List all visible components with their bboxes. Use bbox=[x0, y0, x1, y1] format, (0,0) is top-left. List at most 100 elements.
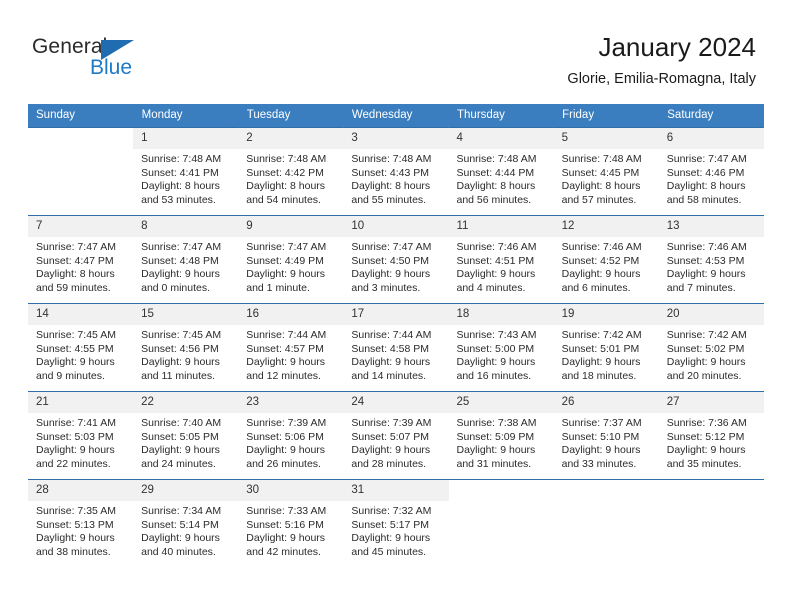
day-number: 22 bbox=[133, 392, 239, 413]
day-number: 19 bbox=[553, 304, 659, 325]
calendar-day-cell[interactable]: 12 Sunrise: 7:46 AM Sunset: 4:52 PM Dayligh… bbox=[553, 215, 659, 304]
sunrise-text: Sunrise: 7:38 AM bbox=[456, 417, 537, 429]
day-number: 4 bbox=[448, 128, 554, 149]
day-number: 3 bbox=[343, 128, 449, 149]
calendar-day-cell[interactable]: 10 Sunrise: 7:47 AM Sunset: 4:50 PM Dayligh… bbox=[343, 215, 449, 304]
calendar-day-cell[interactable]: 29 Sunrise: 7:34 AM Sunset: 5:14 PM Dayligh… bbox=[133, 479, 239, 567]
calendar-day-cell[interactable]: 7 Sunrise: 7:47 AM Sunset: 4:47 PM Daylight… bbox=[28, 215, 134, 304]
calendar-grid: Sunday Monday Tuesday Wednesday Thursday… bbox=[28, 104, 765, 567]
sunset-text: Sunset: 4:51 PM bbox=[456, 254, 535, 267]
day-number: 8 bbox=[133, 216, 239, 237]
day-number: 11 bbox=[448, 216, 554, 237]
daylight-text-line1: Daylight: 9 hours bbox=[141, 444, 220, 456]
day-sun-info: Sunrise: 7:47 AM Sunset: 4:48 PM Daylight:… bbox=[133, 237, 238, 295]
calendar-week-row: 14 Sunrise: 7:45 AM Sunset: 4:55 PM Dayligh… bbox=[28, 303, 764, 392]
day-cell-inner: 4 Sunrise: 7:48 AM Sunset: 4:44 PM Daylight… bbox=[448, 128, 554, 215]
day-cell-inner: 16 Sunrise: 7:44 AM Sunset: 4:57 PM Dayligh… bbox=[238, 304, 344, 391]
daylight-text-line1: Daylight: 9 hours bbox=[36, 356, 115, 368]
calendar-day-cell[interactable]: 23 Sunrise: 7:39 AM Sunset: 5:06 PM Dayligh… bbox=[238, 391, 344, 480]
calendar-day-cell[interactable]: 3 Sunrise: 7:48 AM Sunset: 4:43 PM Daylight… bbox=[343, 127, 449, 216]
calendar-day-cell[interactable]: 22 Sunrise: 7:40 AM Sunset: 5:05 PM Dayligh… bbox=[133, 391, 239, 480]
calendar-empty-cell bbox=[28, 127, 134, 216]
sunrise-text: Sunrise: 7:47 AM bbox=[36, 241, 116, 253]
sunrise-text: Sunrise: 7:39 AM bbox=[351, 417, 432, 429]
calendar-day-cell[interactable]: 18 Sunrise: 7:43 AM Sunset: 5:00 PM Dayligh… bbox=[448, 303, 554, 392]
day-cell-inner: 13 Sunrise: 7:46 AM Sunset: 4:53 PM Dayligh… bbox=[658, 216, 764, 303]
page-header: General Blue January 2024 Glorie, Emilia… bbox=[0, 0, 792, 100]
daylight-text-line2: and 57 minutes. bbox=[561, 193, 637, 206]
daylight-text-line2: and 18 minutes. bbox=[561, 369, 637, 382]
calendar-day-cell[interactable]: 2 Sunrise: 7:48 AM Sunset: 4:42 PM Daylight… bbox=[238, 127, 344, 216]
day-number: 31 bbox=[343, 480, 449, 501]
calendar-day-cell[interactable]: 20 Sunrise: 7:42 AM Sunset: 5:02 PM Dayligh… bbox=[658, 303, 764, 392]
sunrise-text: Sunrise: 7:45 AM bbox=[141, 329, 222, 341]
calendar-day-cell[interactable]: 27 Sunrise: 7:36 AM Sunset: 5:12 PM Dayligh… bbox=[658, 391, 764, 480]
day-cell-inner: 11 Sunrise: 7:46 AM Sunset: 4:51 PM Dayligh… bbox=[448, 216, 554, 303]
sunset-text: Sunset: 4:42 PM bbox=[246, 166, 324, 179]
sunrise-text: Sunrise: 7:41 AM bbox=[36, 417, 116, 429]
day-number: 26 bbox=[553, 392, 659, 413]
calendar-day-cell[interactable]: 15 Sunrise: 7:45 AM Sunset: 4:56 PM Dayligh… bbox=[133, 303, 239, 392]
sunrise-text: Sunrise: 7:43 AM bbox=[456, 329, 537, 341]
day-cell-inner: 27 Sunrise: 7:36 AM Sunset: 5:12 PM Dayligh… bbox=[658, 392, 764, 479]
calendar-day-cell[interactable]: 8 Sunrise: 7:47 AM Sunset: 4:48 PM Daylight… bbox=[133, 215, 239, 304]
calendar-day-cell[interactable]: 5 Sunrise: 7:48 AM Sunset: 4:45 PM Daylight… bbox=[553, 127, 659, 216]
day-number: 10 bbox=[343, 216, 449, 237]
day-sun-info: Sunrise: 7:45 AM Sunset: 4:55 PM Daylight:… bbox=[28, 325, 133, 383]
day-sun-info: Sunrise: 7:40 AM Sunset: 5:05 PM Daylight:… bbox=[133, 413, 238, 471]
sunset-text: Sunset: 5:06 PM bbox=[246, 430, 324, 443]
day-cell-inner: 29 Sunrise: 7:34 AM Sunset: 5:14 PM Dayligh… bbox=[133, 480, 239, 567]
calendar-day-cell[interactable]: 9 Sunrise: 7:47 AM Sunset: 4:49 PM Daylight… bbox=[238, 215, 344, 304]
day-cell-inner: 30 Sunrise: 7:33 AM Sunset: 5:16 PM Dayligh… bbox=[238, 480, 344, 567]
day-number: 23 bbox=[238, 392, 344, 413]
daylight-text-line2: and 55 minutes. bbox=[351, 193, 427, 206]
daylight-text-line2: and 14 minutes. bbox=[351, 369, 427, 382]
calendar-day-cell[interactable]: 25 Sunrise: 7:38 AM Sunset: 5:09 PM Dayligh… bbox=[448, 391, 554, 480]
logo-text-blue: Blue bbox=[90, 56, 133, 79]
sunset-text: Sunset: 4:48 PM bbox=[141, 254, 219, 267]
sunset-text: Sunset: 4:46 PM bbox=[666, 166, 745, 179]
sunset-text: Sunset: 5:05 PM bbox=[141, 430, 219, 443]
calendar-day-cell[interactable]: 17 Sunrise: 7:44 AM Sunset: 4:58 PM Dayligh… bbox=[343, 303, 449, 392]
sunset-text: Sunset: 5:13 PM bbox=[36, 518, 114, 531]
daylight-text-line2: and 26 minutes. bbox=[246, 457, 321, 470]
calendar-day-cell[interactable]: 14 Sunrise: 7:45 AM Sunset: 4:55 PM Dayligh… bbox=[28, 303, 134, 392]
calendar-day-cell[interactable]: 16 Sunrise: 7:44 AM Sunset: 4:57 PM Dayligh… bbox=[238, 303, 344, 392]
day-cell-inner: 31 Sunrise: 7:32 AM Sunset: 5:17 PM Dayligh… bbox=[343, 480, 449, 567]
calendar-week-row: 7 Sunrise: 7:47 AM Sunset: 4:47 PM Daylight… bbox=[28, 215, 764, 304]
day-sun-info: Sunrise: 7:41 AM Sunset: 5:03 PM Daylight:… bbox=[28, 413, 133, 471]
day-cell-inner: 7 Sunrise: 7:47 AM Sunset: 4:47 PM Daylight… bbox=[28, 216, 134, 303]
calendar-day-cell[interactable]: 6 Sunrise: 7:47 AM Sunset: 4:46 PM Daylight… bbox=[658, 127, 764, 216]
daylight-text-line1: Daylight: 9 hours bbox=[351, 356, 431, 368]
calendar-day-cell[interactable]: 31 Sunrise: 7:32 AM Sunset: 5:17 PM Dayligh… bbox=[343, 479, 449, 567]
calendar-day-cell[interactable]: 4 Sunrise: 7:48 AM Sunset: 4:44 PM Daylight… bbox=[448, 127, 554, 216]
sunset-text: Sunset: 5:00 PM bbox=[456, 342, 535, 355]
calendar-day-cell[interactable]: 19 Sunrise: 7:42 AM Sunset: 5:01 PM Dayligh… bbox=[553, 303, 659, 392]
calendar-day-cell[interactable]: 30 Sunrise: 7:33 AM Sunset: 5:16 PM Dayligh… bbox=[238, 479, 344, 567]
daylight-text-line1: Daylight: 9 hours bbox=[246, 444, 326, 456]
daylight-text-line2: and 54 minutes. bbox=[246, 193, 321, 206]
day-number: 28 bbox=[28, 480, 134, 501]
calendar-day-cell[interactable]: 28 Sunrise: 7:35 AM Sunset: 5:13 PM Dayligh… bbox=[28, 479, 134, 567]
sunset-text: Sunset: 4:50 PM bbox=[351, 254, 430, 267]
day-sun-info: Sunrise: 7:39 AM Sunset: 5:06 PM Daylight:… bbox=[238, 413, 343, 471]
daylight-text-line2: and 22 minutes. bbox=[36, 457, 111, 470]
calendar-day-cell[interactable]: 13 Sunrise: 7:46 AM Sunset: 4:53 PM Dayligh… bbox=[658, 215, 764, 304]
calendar-day-cell[interactable]: 26 Sunrise: 7:37 AM Sunset: 5:10 PM Dayligh… bbox=[553, 391, 659, 480]
day-number: 13 bbox=[658, 216, 764, 237]
day-number: 18 bbox=[448, 304, 554, 325]
calendar-day-cell[interactable]: 1 Sunrise: 7:48 AM Sunset: 4:41 PM Daylight… bbox=[133, 127, 239, 216]
day-number: 7 bbox=[28, 216, 134, 237]
calendar-day-cell[interactable]: 11 Sunrise: 7:46 AM Sunset: 4:51 PM Dayligh… bbox=[448, 215, 554, 304]
day-sun-info: Sunrise: 7:48 AM Sunset: 4:45 PM Daylight:… bbox=[554, 149, 659, 207]
daylight-text-line2: and 45 minutes. bbox=[351, 545, 427, 558]
sunrise-text: Sunrise: 7:47 AM bbox=[666, 153, 747, 165]
sunrise-text: Sunrise: 7:47 AM bbox=[246, 241, 327, 253]
sunrise-text: Sunrise: 7:34 AM bbox=[141, 505, 222, 517]
calendar-day-cell[interactable]: 21 Sunrise: 7:41 AM Sunset: 5:03 PM Dayligh… bbox=[28, 391, 134, 480]
day-number: 16 bbox=[238, 304, 344, 325]
calendar-day-cell[interactable]: 24 Sunrise: 7:39 AM Sunset: 5:07 PM Dayligh… bbox=[343, 391, 449, 480]
day-cell-inner: 17 Sunrise: 7:44 AM Sunset: 4:58 PM Dayligh… bbox=[343, 304, 449, 391]
sunrise-text: Sunrise: 7:39 AM bbox=[246, 417, 327, 429]
daylight-text-line1: Daylight: 8 hours bbox=[36, 268, 115, 280]
